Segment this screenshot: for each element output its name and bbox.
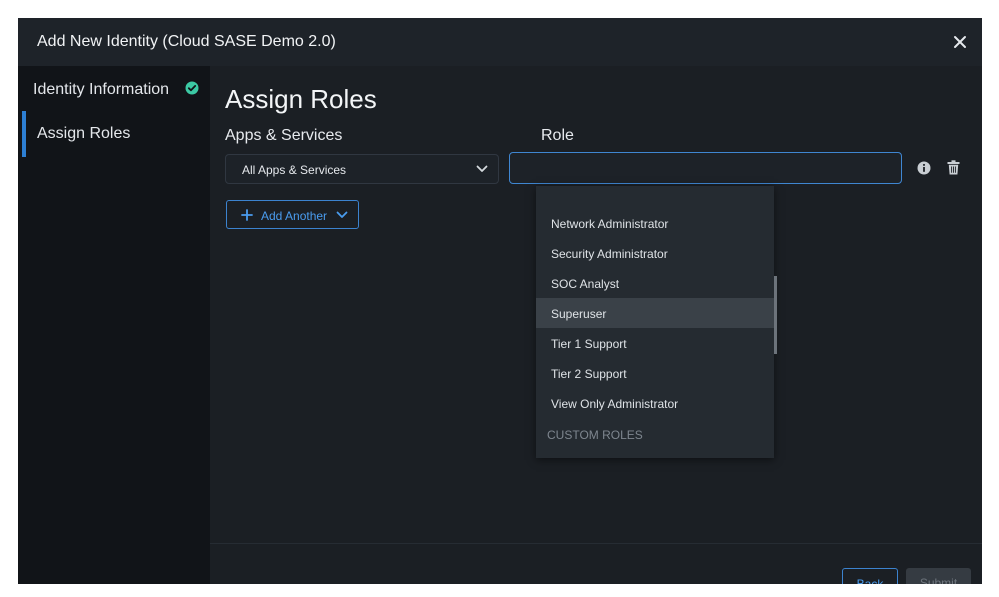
submit-button[interactable]: Submit xyxy=(906,568,971,584)
close-icon[interactable] xyxy=(948,30,972,54)
back-button[interactable]: Back xyxy=(842,568,898,584)
role-option-label: Security Administrator xyxy=(551,247,668,261)
role-dropdown: Network Administrator Security Administr… xyxy=(536,186,777,458)
role-option-label: Tier 2 Support xyxy=(551,367,627,381)
apps-services-label: Apps & Services xyxy=(225,127,343,144)
role-option-superuser[interactable]: Superuser xyxy=(536,298,774,328)
info-icon[interactable] xyxy=(917,161,931,175)
add-another-button[interactable]: Add Another xyxy=(226,200,359,229)
role-option-tier-1-support[interactable]: Tier 1 Support xyxy=(536,328,774,358)
role-option-label: Superuser xyxy=(551,307,607,321)
role-option-network-administrator[interactable]: Network Administrator xyxy=(536,208,774,238)
add-identity-dialog: Add New Identity (Cloud SASE Demo 2.0) I… xyxy=(18,18,982,584)
role-option-soc-analyst[interactable]: SOC Analyst xyxy=(536,268,774,298)
role-option-tier-2-support[interactable]: Tier 2 Support xyxy=(536,358,774,388)
role-label: Role xyxy=(541,127,574,144)
chevron-down-icon xyxy=(336,211,348,218)
dialog-title: Add New Identity (Cloud SASE Demo 2.0) xyxy=(37,33,336,50)
plus-icon xyxy=(241,209,253,221)
wizard-sidebar: Identity Information Assign Roles xyxy=(18,66,210,584)
main-content: Assign Roles Apps & Services Role All Ap… xyxy=(210,66,982,584)
dropdown-scrollbar[interactable] xyxy=(774,276,777,354)
role-option-security-administrator[interactable]: Security Administrator xyxy=(536,238,774,268)
step-assign-roles[interactable]: Assign Roles xyxy=(18,111,210,157)
role-option-label: SOC Analyst xyxy=(551,277,620,291)
custom-roles-group-label: CUSTOM ROLES xyxy=(547,428,643,442)
step-label: Assign Roles xyxy=(37,125,131,142)
role-option-label: View Only Administrator xyxy=(551,397,679,411)
role-option-label: Tier 1 Support xyxy=(551,337,627,351)
footer-divider xyxy=(210,543,982,544)
add-another-label: Add Another xyxy=(261,209,328,223)
chevron-down-icon xyxy=(476,165,488,172)
check-circle-icon xyxy=(185,81,199,95)
trash-icon[interactable] xyxy=(947,160,960,175)
apps-services-select[interactable]: All Apps & Services xyxy=(225,154,499,184)
role-option-view-only-administrator[interactable]: View Only Administrator xyxy=(536,388,774,418)
step-label: Identity Information xyxy=(33,81,170,98)
step-identity-information[interactable]: Identity Information xyxy=(18,66,210,112)
apps-select-value: All Apps & Services xyxy=(242,163,347,177)
role-input[interactable] xyxy=(509,152,902,184)
role-option-label: Network Administrator xyxy=(551,217,669,231)
dialog-header: Add New Identity (Cloud SASE Demo 2.0) xyxy=(18,18,982,67)
active-step-indicator xyxy=(22,111,26,157)
page-title: Assign Roles xyxy=(225,84,377,114)
